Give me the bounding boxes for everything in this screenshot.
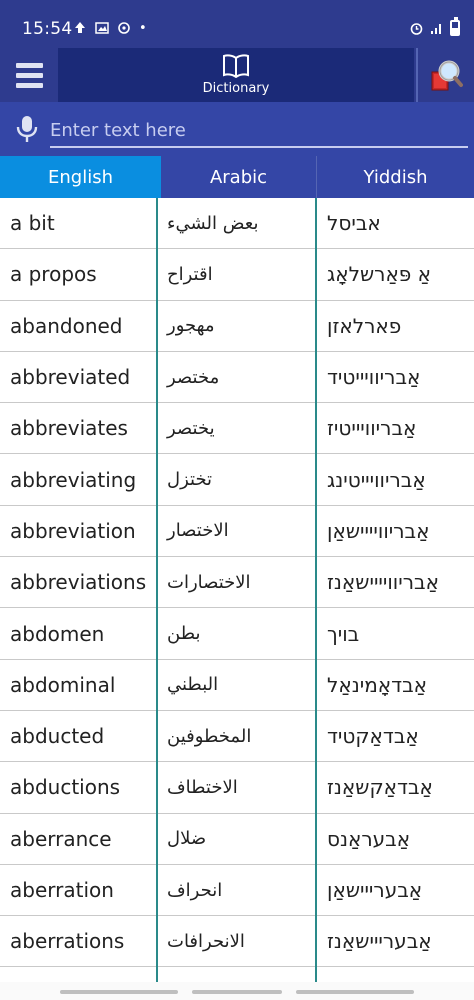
yiddish-word: אַבדאַקשאַנז (327, 775, 433, 800)
battery-icon (450, 17, 460, 36)
arabic-word: الاختطاف (167, 776, 238, 798)
list-item[interactable]: aberration انحراف אַבערייישאַן (0, 865, 474, 917)
column-divider (315, 198, 317, 982)
arabic-word: الانحرافات (167, 930, 245, 952)
signal-icon (431, 24, 441, 34)
list-item[interactable]: abandoned مهجور פארלאזן (0, 301, 474, 352)
english-word: abductions (10, 775, 121, 800)
dictionary-tab[interactable]: Dictionary (58, 48, 414, 102)
notification-icons: • (73, 21, 147, 36)
arabic-word: الاختصار (167, 520, 229, 542)
yiddish-word: אַבערייישאַנז (327, 929, 432, 954)
list-item[interactable]: abdomen بطن בויך (0, 608, 474, 660)
list-item[interactable]: abbreviated مختصر אַבריוויייטיד (0, 352, 474, 404)
status-dot: • (139, 21, 147, 36)
list-item[interactable] (0, 967, 474, 982)
menu-list-icon (15, 62, 43, 88)
yiddish-word: אַבדאָמינאַל (327, 672, 428, 697)
system-nav-bar (0, 982, 474, 1000)
yiddish-word: אַבריוויייישאַן (327, 518, 430, 543)
upload-icon (75, 22, 85, 33)
tab-yiddish[interactable]: Yiddish (317, 156, 474, 198)
yiddish-word: אַבערייישאַן (327, 878, 423, 902)
yiddish-word: אַבריוויייטינג (327, 467, 426, 492)
nav-recent-handle[interactable] (60, 990, 178, 994)
english-word: a bit (10, 211, 55, 236)
menu-button[interactable] (0, 48, 58, 102)
language-tabs: English Arabic Yiddish (0, 156, 474, 198)
english-word: a propos (10, 262, 97, 287)
arabic-word: يختصر (167, 417, 215, 439)
column-divider (156, 198, 158, 982)
english-word: abbreviations (10, 570, 147, 595)
dictionary-label: Dictionary (202, 81, 270, 96)
search-input[interactable] (50, 114, 468, 148)
tab-english[interactable]: English (0, 156, 161, 198)
yiddish-word: אַ פּאַרשלאָג (327, 262, 432, 287)
list-item[interactable]: aberrance ضلال אַבעראַנס (0, 814, 474, 865)
yiddish-word: בויך (327, 621, 360, 646)
status-time: 15:54 (22, 19, 73, 39)
english-word: abbreviates (10, 416, 128, 441)
arabic-word (157, 967, 317, 982)
english-word: abdominal (10, 672, 116, 697)
arabic-word: المخطوفين (167, 725, 252, 747)
list-item[interactable]: abbreviating تختزل אַבריוויייטינג (0, 454, 474, 506)
yiddish-word: אַבריוויייטיד (327, 365, 421, 390)
microphone-icon[interactable] (16, 115, 38, 143)
arabic-word: تختزل (167, 469, 213, 491)
arabic-word: ضلال (167, 828, 207, 850)
yiddish-word: אַבעראַנס (327, 826, 411, 851)
yiddish-word (317, 967, 474, 982)
english-word: abbreviation (10, 518, 136, 543)
english-word: abandoned (10, 313, 123, 338)
status-bar: 15:54 • (0, 0, 474, 48)
list-item[interactable]: aberrations الانحرافات אַבערייישאַנז (0, 916, 474, 968)
list-item[interactable]: a propos اقتراح אַ פּאַרשלאָג (0, 249, 474, 301)
list-item[interactable]: abbreviations الاختصارات אַבריוויייישאַנז (0, 557, 474, 609)
arabic-word: بعض الشيء (167, 212, 259, 234)
english-word (0, 967, 157, 982)
yiddish-word: אַבריוויייישאַנז (327, 570, 439, 595)
english-word: aberrations (10, 929, 125, 954)
list-item[interactable]: abductions الاختطاف אַבדאַקשאַנז (0, 762, 474, 814)
arabic-word: مهجور (167, 315, 215, 337)
nav-back-handle[interactable] (296, 990, 414, 994)
search-button[interactable] (416, 48, 474, 102)
list-item[interactable]: abducted المخطوفين אַבדאַקטיד (0, 711, 474, 763)
list-item[interactable]: abbreviates يختصر אַבריוויייטיז (0, 403, 474, 455)
english-word: abbreviated (10, 365, 131, 390)
english-word: abbreviating (10, 467, 137, 492)
arabic-word: مختصر (167, 366, 220, 388)
english-word: abdomen (10, 621, 105, 646)
app-toolbar: Dictionary (0, 48, 474, 102)
list-item[interactable]: abbreviation الاختصار אַבריוויייישאַן (0, 506, 474, 558)
list-item[interactable]: a bit بعض الشيء אביסל (0, 198, 474, 250)
english-word: aberration (10, 878, 114, 902)
magnifier-book-icon (431, 60, 463, 91)
list-item[interactable]: abdominal البطني אַבדאָמינאַל (0, 660, 474, 711)
yiddish-word: אַבדאַקטיד (327, 724, 419, 749)
input-bar (0, 102, 474, 156)
alarm-icon (410, 22, 423, 35)
english-word: aberrance (10, 826, 112, 851)
arabic-word: اقتراح (167, 263, 213, 285)
sync-icon (118, 22, 130, 34)
system-icons (409, 17, 460, 36)
word-list: a bit بعض الشيء אביסל a propos اقتراح אַ פּא… (0, 198, 474, 982)
arabic-word: البطني (167, 674, 219, 696)
english-word: abducted (10, 724, 105, 749)
tab-arabic[interactable]: Arabic (161, 156, 317, 198)
yiddish-word: אַבריוויייטיז (327, 416, 417, 441)
yiddish-word: פארלאזן (327, 313, 402, 338)
nav-home-handle[interactable] (192, 990, 282, 994)
yiddish-word: אביסל (327, 211, 381, 236)
open-book-icon (223, 54, 249, 78)
gallery-icon (95, 22, 109, 34)
arabic-word: انحراف (167, 879, 223, 901)
arabic-word: الاختصارات (167, 571, 251, 593)
arabic-word: بطن (167, 623, 201, 645)
